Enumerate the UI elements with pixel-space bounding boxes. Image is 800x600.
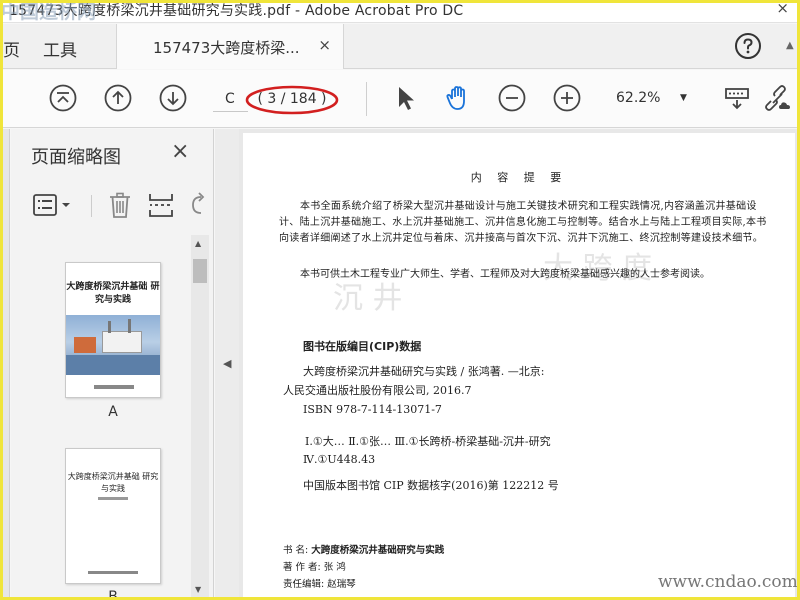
tab-bar: 页 工具 157473大跨度桥梁... × ▲ <box>3 24 797 69</box>
scrollbar-thumb[interactable] <box>193 259 207 283</box>
panel-title: 页面缩略图 <box>31 147 121 168</box>
page-thumbnail[interactable]: 大跨度桥梁沉井基础 研究与实践 <box>65 262 161 398</box>
scroll-down-arrow-icon[interactable]: ▼ <box>195 585 201 594</box>
previous-page-icon[interactable] <box>103 83 133 113</box>
book-name-row: 书 名: 大跨度桥梁沉井基础研究与实践 <box>283 543 444 559</box>
thumbnail-list: 大跨度桥梁沉井基础 研究与实践 A 大跨度桥梁沉井基础 研究与实践 B <box>11 235 189 600</box>
first-page-icon[interactable] <box>48 83 78 113</box>
zoom-in-icon[interactable] <box>552 83 582 113</box>
tab-document[interactable]: 157473大跨度桥梁... × <box>116 24 344 69</box>
delete-page-icon[interactable] <box>106 191 134 219</box>
main-toolbar: ( 3 / 184 ) 62.2% ▼ <box>3 70 797 128</box>
watermark-top-left: 中国造桥网 <box>1 1 97 23</box>
author-label: 著 作 者: <box>283 562 321 573</box>
cip-heading: 图书在版编目(CIP)数据 <box>303 340 422 353</box>
thumbnail-author-line <box>98 497 128 500</box>
red-circle-highlight-icon <box>245 85 339 115</box>
panel-close-button[interactable]: × <box>171 139 189 164</box>
cip-line: ISBN 978-7-114-13071-7 <box>303 403 442 416</box>
thumbnail-cover-photo <box>66 315 160 375</box>
zoom-caret-icon: ▼ <box>680 93 687 103</box>
select-tool-icon[interactable] <box>391 83 421 113</box>
thumbnails-panel: 页面缩略图 × 大跨度桥梁沉井基础 研究与实践 A 大跨度桥梁沉井基础 研究与实… <box>11 129 214 600</box>
cip-line: 中国版本图书馆 CIP 数据核字(2016)第 122212 号 <box>303 479 559 492</box>
pdf-page: 大 跨 度 沉 井 内 容 提 要 本书全面系统介绍了桥梁大型沉井基础设计与施工… <box>243 133 795 597</box>
tab-document-label: 157473大跨度桥梁... <box>153 39 300 57</box>
thumbnail-options-icon[interactable] <box>31 191 75 219</box>
app-window: 157473大跨度桥梁沉井基础研究与实践.pdf - Adobe Acrobat… <box>0 0 800 600</box>
editor-name: 赵瑞琴 <box>327 579 356 590</box>
thumbnail-label: B <box>108 589 118 600</box>
panel-toolbar <box>11 185 214 225</box>
scroll-up-arrow-icon[interactable]: ▲ <box>195 239 201 248</box>
book-name: 大跨度桥梁沉井基础研究与实践 <box>311 545 445 556</box>
thumbnail-publisher <box>94 385 134 389</box>
link-share-icon[interactable] <box>763 83 793 113</box>
page-count: ( 3 / 184 ) <box>245 83 341 117</box>
panel-toolbar-divider <box>91 195 92 217</box>
editor-label: 责任编辑: <box>283 579 325 590</box>
left-nav-strip <box>3 129 10 597</box>
title-bar: 157473大跨度桥梁沉井基础研究与实践.pdf - Adobe Acrobat… <box>3 3 797 23</box>
next-page-icon[interactable] <box>158 83 188 113</box>
watermark-bottom-right: www.cndao.com <box>658 572 798 592</box>
toolbar-divider <box>366 82 367 116</box>
author-name: 张 鸿 <box>323 562 346 573</box>
tab-tools[interactable]: 工具 <box>43 36 77 61</box>
tabbar-scroll-up-icon[interactable]: ▲ <box>786 40 794 51</box>
book-name-label: 书 名: <box>283 545 309 556</box>
intro-paragraph: 本书全面系统介绍了桥梁大型沉井基础设计与施工关键技术研究和工程实践情况,内容涵盖… <box>279 201 767 244</box>
collapse-arrow-icon[interactable]: ◀ <box>223 357 231 370</box>
page-thumbnail[interactable]: 大跨度桥梁沉井基础 研究与实践 <box>65 448 161 584</box>
page-heading: 内 容 提 要 <box>470 171 568 184</box>
panel-collapse-bar[interactable]: ◀ <box>215 129 239 597</box>
author-row: 著 作 者: 张 鸿 <box>283 560 346 576</box>
window-close-button[interactable]: × <box>776 3 789 17</box>
thumbnail-label: A <box>108 404 118 420</box>
thumbnail-title: 大跨度桥梁沉井基础 研究与实践 <box>67 472 159 493</box>
zoom-out-icon[interactable] <box>497 83 527 113</box>
zoom-dropdown[interactable]: 62.2% ▼ <box>608 87 700 111</box>
tab-close-button[interactable]: × <box>318 36 331 54</box>
cip-line: 大跨度桥梁沉井基础研究与实践 / 张鸿著. —北京: <box>303 365 545 378</box>
insert-page-icon[interactable] <box>147 191 175 219</box>
panel-scrollbar[interactable]: ▲ ▼ <box>191 235 209 597</box>
tab-home[interactable]: 页 <box>3 36 20 61</box>
editor-row: 责任编辑: 赵瑞琴 <box>283 577 356 593</box>
cip-line: 人民交通出版社股份有限公司, 2016.7 <box>283 384 472 397</box>
thumbnail-title: 大跨度桥梁沉井基础 研究与实践 <box>66 282 160 305</box>
document-view[interactable]: 大 跨 度 沉 井 内 容 提 要 本书全面系统介绍了桥梁大型沉井基础设计与施工… <box>239 129 797 597</box>
intro-paragraph: 本书可供土木工程专业广大师生、学者、工程师及对大跨度桥梁基础感兴趣的人士参考阅读… <box>300 269 710 280</box>
thumbnail-publisher <box>88 571 138 574</box>
scroll-mode-icon[interactable] <box>722 83 752 113</box>
rotate-page-icon[interactable] <box>185 191 207 219</box>
hand-tool-icon[interactable] <box>443 83 473 113</box>
help-icon[interactable] <box>734 32 762 60</box>
cip-line: Ⅰ.①大… Ⅱ.①张… Ⅲ.①长跨桥-桥梁基础-沉井-研究 Ⅳ.①U448.43 <box>303 435 551 466</box>
zoom-value: 62.2% <box>616 90 661 106</box>
